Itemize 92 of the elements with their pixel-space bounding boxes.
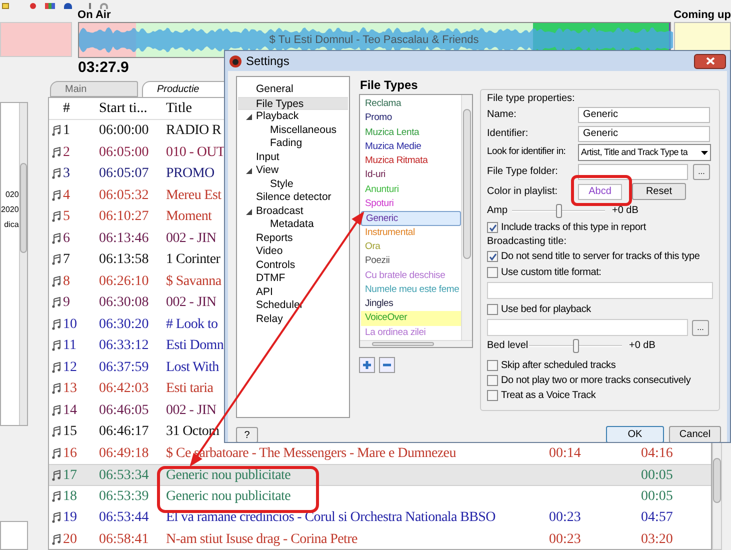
checkbox-label: Do not send title to server for tracks of this type [501,250,700,264]
table-cell-text: 06:30:08 [98,294,150,312]
table-cell-text: 5 [62,208,71,226]
table-cell-text: 17 [62,467,78,485]
field-label: Name: [487,108,518,122]
checkbox-label: Do not play two or more tracks consecutively [501,374,691,388]
table-cell-text: 18 [62,488,78,506]
field-label: Look for identifier in: [487,145,567,160]
table-cell-text: Esti taria [165,380,214,398]
table-cell-text: 002 - JIN [165,402,216,420]
table-cell-text: 002 - JIN [165,294,216,312]
table-cell-text: 06:46:17 [98,423,150,442]
table-cell-text: 1 Corinter [165,251,220,270]
table-cell-text: RADIO R [165,122,222,140]
table-cell-text: 06:30:20 [98,316,150,334]
list-text: dica [3,219,19,231]
list-text: 020 [4,189,19,201]
table-cell-text: 7 [62,251,71,270]
table-cell-text: 14 [62,402,78,420]
table-cell-text: Esti Domn [165,337,224,356]
table-cell-text: 00:14 [549,444,582,463]
table-cell-text: 4 [62,186,71,205]
table-cell-text: 04:16 [641,444,674,463]
table-cell-text: 6 [62,230,71,248]
table-cell-text: 06:53:34 [98,467,150,485]
on-air-label: On Air [78,9,112,22]
field-label: Color in playlist: [487,185,559,199]
table-cell-text: Mereu Est [165,186,222,205]
table-cell-text: N-am stiut Isuse drag - Corina Petre [165,530,358,549]
table-cell-text: 04:57 [641,509,674,528]
list-text: 2020 [1,204,19,216]
group-title: File type properties: [487,92,576,105]
table-cell-text: 06:13:46 [98,230,150,248]
table-cell-text: 2 [62,144,71,162]
table-cell-text: 06:05:07 [98,165,150,184]
dialog-title: Settings [246,53,290,70]
field-label: File Type folder: [487,165,559,179]
table-cell-text: 1 [62,122,71,140]
table-cell-text: 06:05:00 [98,144,150,162]
slider-label: Amp [487,204,509,218]
table-cell-text: # Look to [165,316,218,334]
table-cell-text: Moment [165,208,212,226]
table-cell-text: 00:05 [641,488,674,506]
checkbox-label: Use custom title format: [501,266,602,280]
table-cell-text: 19 [62,509,78,528]
section-heading: File Types [359,77,419,94]
table-cell-text: 20 [62,530,78,549]
table-cell-text: 06:42:03 [98,380,150,398]
table-cell-text: 03:20 [641,530,674,549]
table-cell-text: 06:49:18 [98,444,150,463]
table-cell-text: 06:05:32 [98,186,150,205]
table-cell-text: 06:58:41 [98,530,150,549]
checkbox-label: Use bed for playback [501,302,591,316]
table-cell-text: 11 [62,337,78,356]
table-cell-text: 00:23 [549,509,582,528]
checkbox-label: Treat as a Voice Track [501,389,596,403]
table-cell-text: 00:05 [641,467,674,485]
slider-reading: +0 dB [612,204,638,218]
field-label: Broadcasting title: [487,236,568,248]
table-cell-text: 13 [62,380,78,398]
table-cell-text: 15 [62,423,78,442]
table-cell-text: 002 - JIN [165,230,216,248]
table-cell-text: 06:53:39 [98,488,150,506]
table-cell-text: 06:00:00 [98,122,150,140]
table-cell-text: 8 [62,272,71,291]
table-cell-text: 06:46:05 [98,402,150,420]
table-cell-text: 12 [62,358,78,377]
table-cell-text: 06:10:27 [98,208,150,226]
table-cell-text: 10 [62,316,78,334]
table-cell-text: 16 [62,444,78,463]
table-cell-text: 06:53:44 [98,509,150,528]
slider-label: Bed level [487,339,529,353]
track-title: $ Tu Esti Domnul - Teo Pascalau & Friends [269,32,479,48]
checkbox-label: Skip after scheduled tracks [501,359,616,373]
table-cell-text: Generic nou publicitate [165,467,290,485]
table-cell-text: Generic nou publicitate [165,488,290,506]
field-label: Identifier: [487,127,530,141]
table-cell-text: 00:23 [549,530,582,549]
table-cell-text: 010 - OUT [165,144,225,162]
coming-up-label: Coming up [674,9,731,22]
elapsed-time: 03:27.9 [78,58,129,78]
table-cell-text: $ Savanna [165,272,222,291]
table-cell-text: Lost With [165,358,219,377]
table-cell-text: 06:13:58 [98,251,150,270]
table-cell-text: 06:26:10 [98,272,150,291]
table-cell-text: 3 [62,165,71,184]
table-cell-text: PROMO [165,165,214,184]
table-cell-text: 06:33:12 [98,337,150,356]
slider-reading: +0 dB [629,339,656,353]
table-cell-text: 9 [62,294,71,312]
checkbox-label: Include tracks of this type in report [501,221,646,235]
table-cell-text: 06:37:59 [98,358,150,377]
